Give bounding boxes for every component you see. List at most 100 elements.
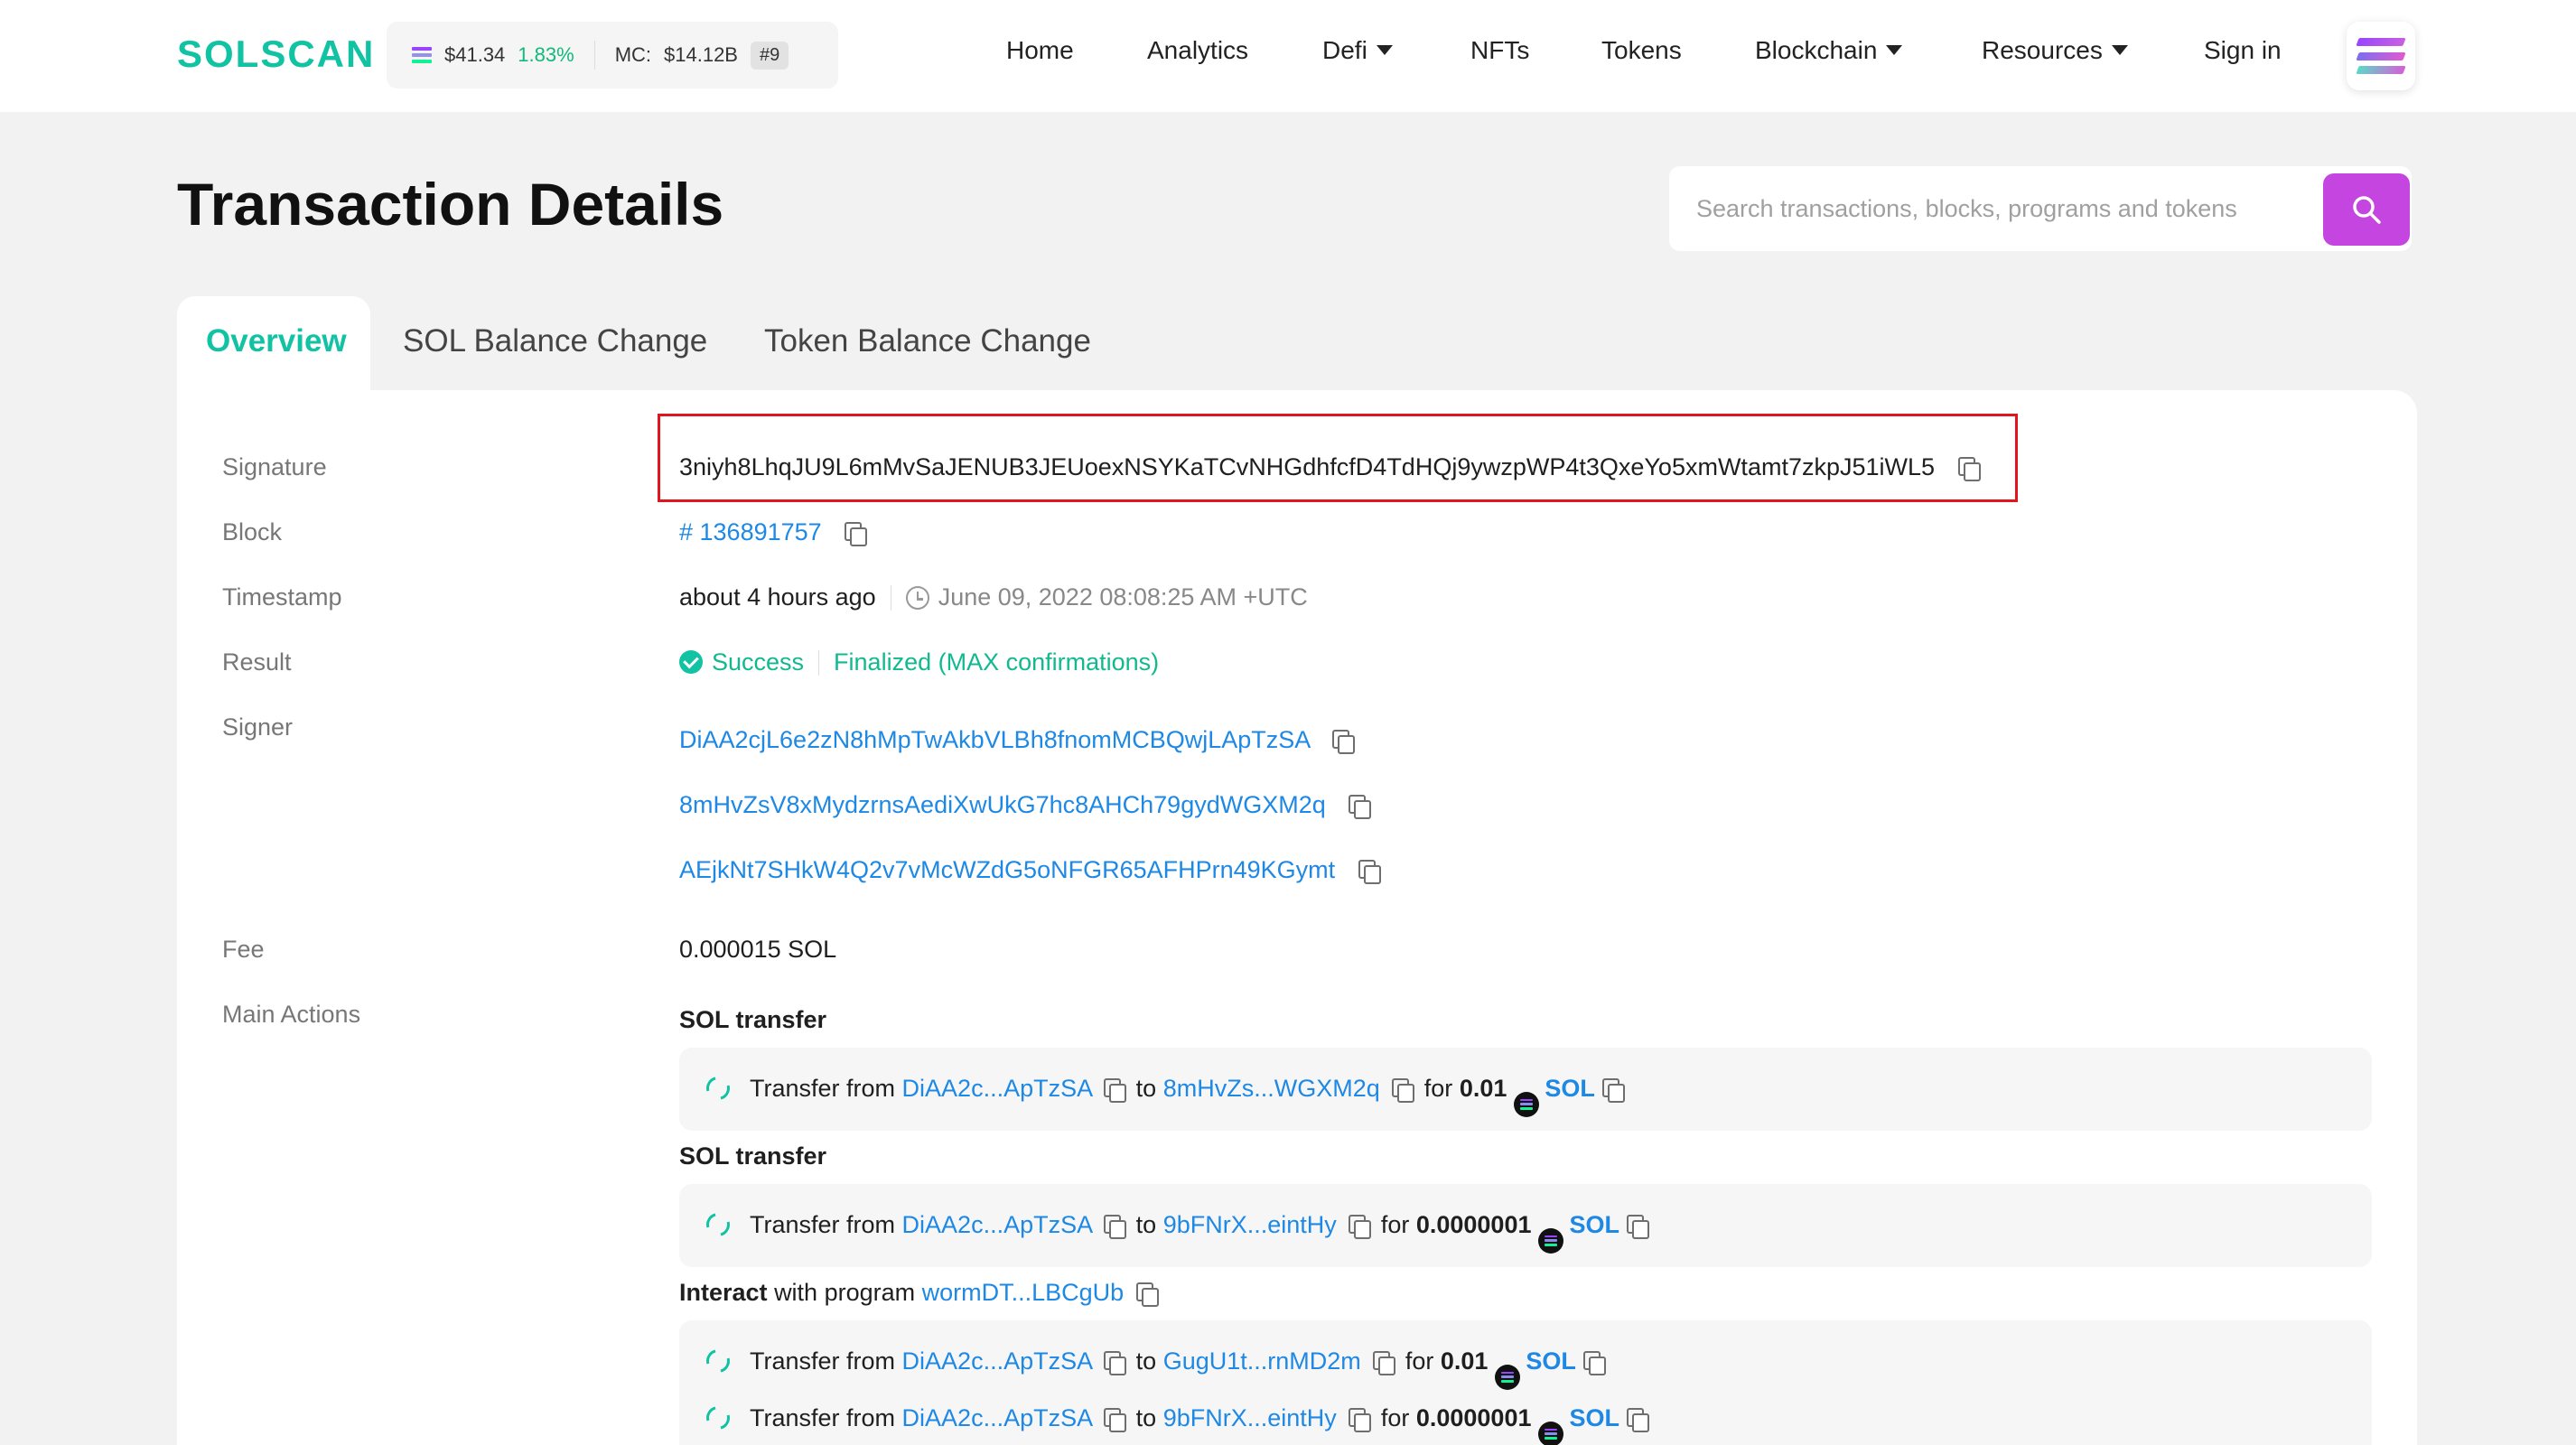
interact-word: Interact	[679, 1279, 768, 1306]
copy-icon[interactable]	[845, 522, 868, 546]
caret-down-icon	[2111, 45, 2128, 55]
search-bar	[1669, 166, 2412, 251]
page-title: Transaction Details	[177, 171, 724, 238]
sol-token-icon	[1538, 1421, 1564, 1445]
solana-logo-icon	[2356, 38, 2406, 74]
interact-title: Interact with program wormDT...LBCgUb	[679, 1279, 1159, 1307]
nav-defi[interactable]: Defi	[1322, 36, 1393, 65]
nav-resources[interactable]: Resources	[1982, 36, 2128, 65]
nav-sign-in[interactable]: Sign in	[2204, 36, 2282, 65]
signature-label: Signature	[222, 453, 327, 480]
transfer-icon	[702, 1208, 734, 1241]
transfer-from-text: Transfer from	[750, 1211, 896, 1238]
search-button[interactable]	[2323, 173, 2410, 246]
to-text: to	[1135, 1075, 1157, 1102]
for-text: for	[1405, 1347, 1434, 1375]
sol-token-icon	[1538, 1227, 1564, 1254]
caret-down-icon	[1376, 45, 1393, 55]
program-link[interactable]: wormDT...LBCgUb	[922, 1279, 1125, 1306]
sol-token-icon	[1495, 1364, 1521, 1390]
to-address-link[interactable]: GugU1t...rnMD2m	[1163, 1347, 1361, 1375]
transfer-row: Transfer from DiAA2c...ApTzSA to 8mHvZs.…	[702, 1072, 1625, 1117]
block-row: # 136891757	[679, 518, 868, 546]
copy-icon[interactable]	[1582, 1351, 1606, 1375]
transfer-row: Transfer from DiAA2c...ApTzSA to 9bFNrX.…	[702, 1208, 1649, 1254]
copy-icon[interactable]	[1358, 860, 1381, 884]
transfer-icon	[702, 1072, 734, 1105]
nav-blockchain[interactable]: Blockchain	[1755, 36, 1903, 65]
copy-icon[interactable]	[1627, 1215, 1649, 1239]
copy-icon[interactable]	[1332, 730, 1356, 754]
clock-icon	[905, 586, 929, 610]
tab-overview[interactable]: Overview	[206, 323, 347, 359]
copy-icon[interactable]	[1104, 1215, 1127, 1239]
to-text: to	[1135, 1404, 1157, 1431]
fee-value: 0.000015 SOL	[679, 936, 837, 963]
copy-icon[interactable]	[1349, 1215, 1372, 1239]
network-selector-button[interactable]	[2347, 22, 2415, 90]
nav-resources-label: Resources	[1982, 36, 2103, 64]
copy-icon[interactable]	[1135, 1282, 1159, 1307]
to-text: to	[1135, 1347, 1157, 1375]
nav-tokens[interactable]: Tokens	[1601, 36, 1682, 65]
search-input[interactable]	[1696, 166, 2329, 251]
copy-icon[interactable]	[1373, 1351, 1396, 1375]
copy-icon[interactable]	[1392, 1078, 1415, 1103]
to-address-link[interactable]: 9bFNrX...eintHy	[1163, 1211, 1337, 1238]
from-address-link[interactable]: DiAA2c...ApTzSA	[902, 1404, 1092, 1431]
from-address-link[interactable]: DiAA2c...ApTzSA	[902, 1075, 1092, 1102]
copy-icon[interactable]	[1104, 1408, 1127, 1432]
transfer-row: Transfer from DiAA2c...ApTzSA to GugU1t.…	[702, 1345, 1606, 1390]
amount: 0.0000001	[1415, 1211, 1532, 1238]
result-row: Success Finalized (MAX confirmations)	[679, 648, 1159, 676]
sol-token-link[interactable]: SOL	[1545, 1075, 1595, 1102]
timestamp-label: Timestamp	[222, 583, 342, 611]
copy-icon[interactable]	[1104, 1351, 1127, 1375]
timestamp-row: about 4 hours ago June 09, 2022 08:08:25 …	[679, 583, 1308, 611]
signer-row: 8mHvZsV8xMydzrnsAediXwUkG7hc8AHCh79gydWG…	[679, 791, 1372, 819]
transfer-from-text: Transfer from	[750, 1347, 896, 1375]
nav-home[interactable]: Home	[1006, 36, 1074, 65]
sol-token-link[interactable]: SOL	[1569, 1211, 1619, 1238]
signature-value: 3niyh8LhqJU9L6mMvSaJENUB3JEUoexNSYKaTCvN…	[679, 453, 1936, 480]
from-address-link[interactable]: DiAA2c...ApTzSA	[902, 1347, 1092, 1375]
signer-link[interactable]: AEjkNt7SHkW4Q2v7vMcWZdG5oNFGR65AFHPrn49K…	[679, 856, 1335, 883]
to-text: to	[1135, 1211, 1157, 1238]
tab-sol-balance-change[interactable]: SOL Balance Change	[403, 323, 707, 359]
amount: 0.0000001	[1415, 1404, 1532, 1431]
fee-label: Fee	[222, 936, 265, 963]
signer-link[interactable]: DiAA2cjL6e2zN8hMpTwAkbVLBh8fnomMCBQwjLAp…	[679, 726, 1310, 753]
nav-analytics[interactable]: Analytics	[1147, 36, 1248, 65]
copy-icon[interactable]	[1349, 795, 1372, 819]
nav-nfts[interactable]: NFTs	[1470, 36, 1529, 65]
tab-token-balance-change[interactable]: Token Balance Change	[764, 323, 1091, 359]
action-title: SOL transfer	[679, 1142, 827, 1170]
result-confirmation: Finalized (MAX confirmations)	[834, 648, 1160, 676]
sol-token-icon	[1514, 1091, 1540, 1117]
copy-icon[interactable]	[1349, 1408, 1372, 1432]
from-address-link[interactable]: DiAA2c...ApTzSA	[902, 1211, 1092, 1238]
copy-icon[interactable]	[1601, 1078, 1625, 1103]
copy-icon[interactable]	[1957, 457, 1981, 481]
transfer-from-text: Transfer from	[750, 1075, 896, 1102]
to-address-link[interactable]: 8mHvZs...WGXM2q	[1163, 1075, 1380, 1102]
nav-blockchain-label: Blockchain	[1755, 36, 1878, 64]
sol-token-link[interactable]: SOL	[1526, 1347, 1576, 1375]
overview-card	[177, 390, 2417, 1445]
timestamp-relative: about 4 hours ago	[679, 583, 876, 611]
result-status: Success	[712, 648, 805, 676]
block-link[interactable]: # 136891757	[679, 518, 822, 545]
transfer-icon	[702, 1402, 734, 1434]
to-address-link[interactable]: 9bFNrX...eintHy	[1163, 1404, 1337, 1431]
copy-icon[interactable]	[1627, 1408, 1649, 1432]
action-title: SOL transfer	[679, 1006, 827, 1033]
copy-icon[interactable]	[1104, 1078, 1127, 1103]
sol-token-link[interactable]: SOL	[1569, 1404, 1619, 1431]
interact-text: with program	[774, 1279, 916, 1306]
signer-link[interactable]: 8mHvZsV8xMydzrnsAediXwUkG7hc8AHCh79gydWG…	[679, 791, 1326, 818]
for-text: for	[1380, 1211, 1410, 1238]
divider	[818, 650, 820, 676]
main-actions-label: Main Actions	[222, 1001, 361, 1028]
transfer-row: Transfer from DiAA2c...ApTzSA to 9bFNrX.…	[702, 1402, 1649, 1445]
search-icon	[2353, 196, 2381, 224]
